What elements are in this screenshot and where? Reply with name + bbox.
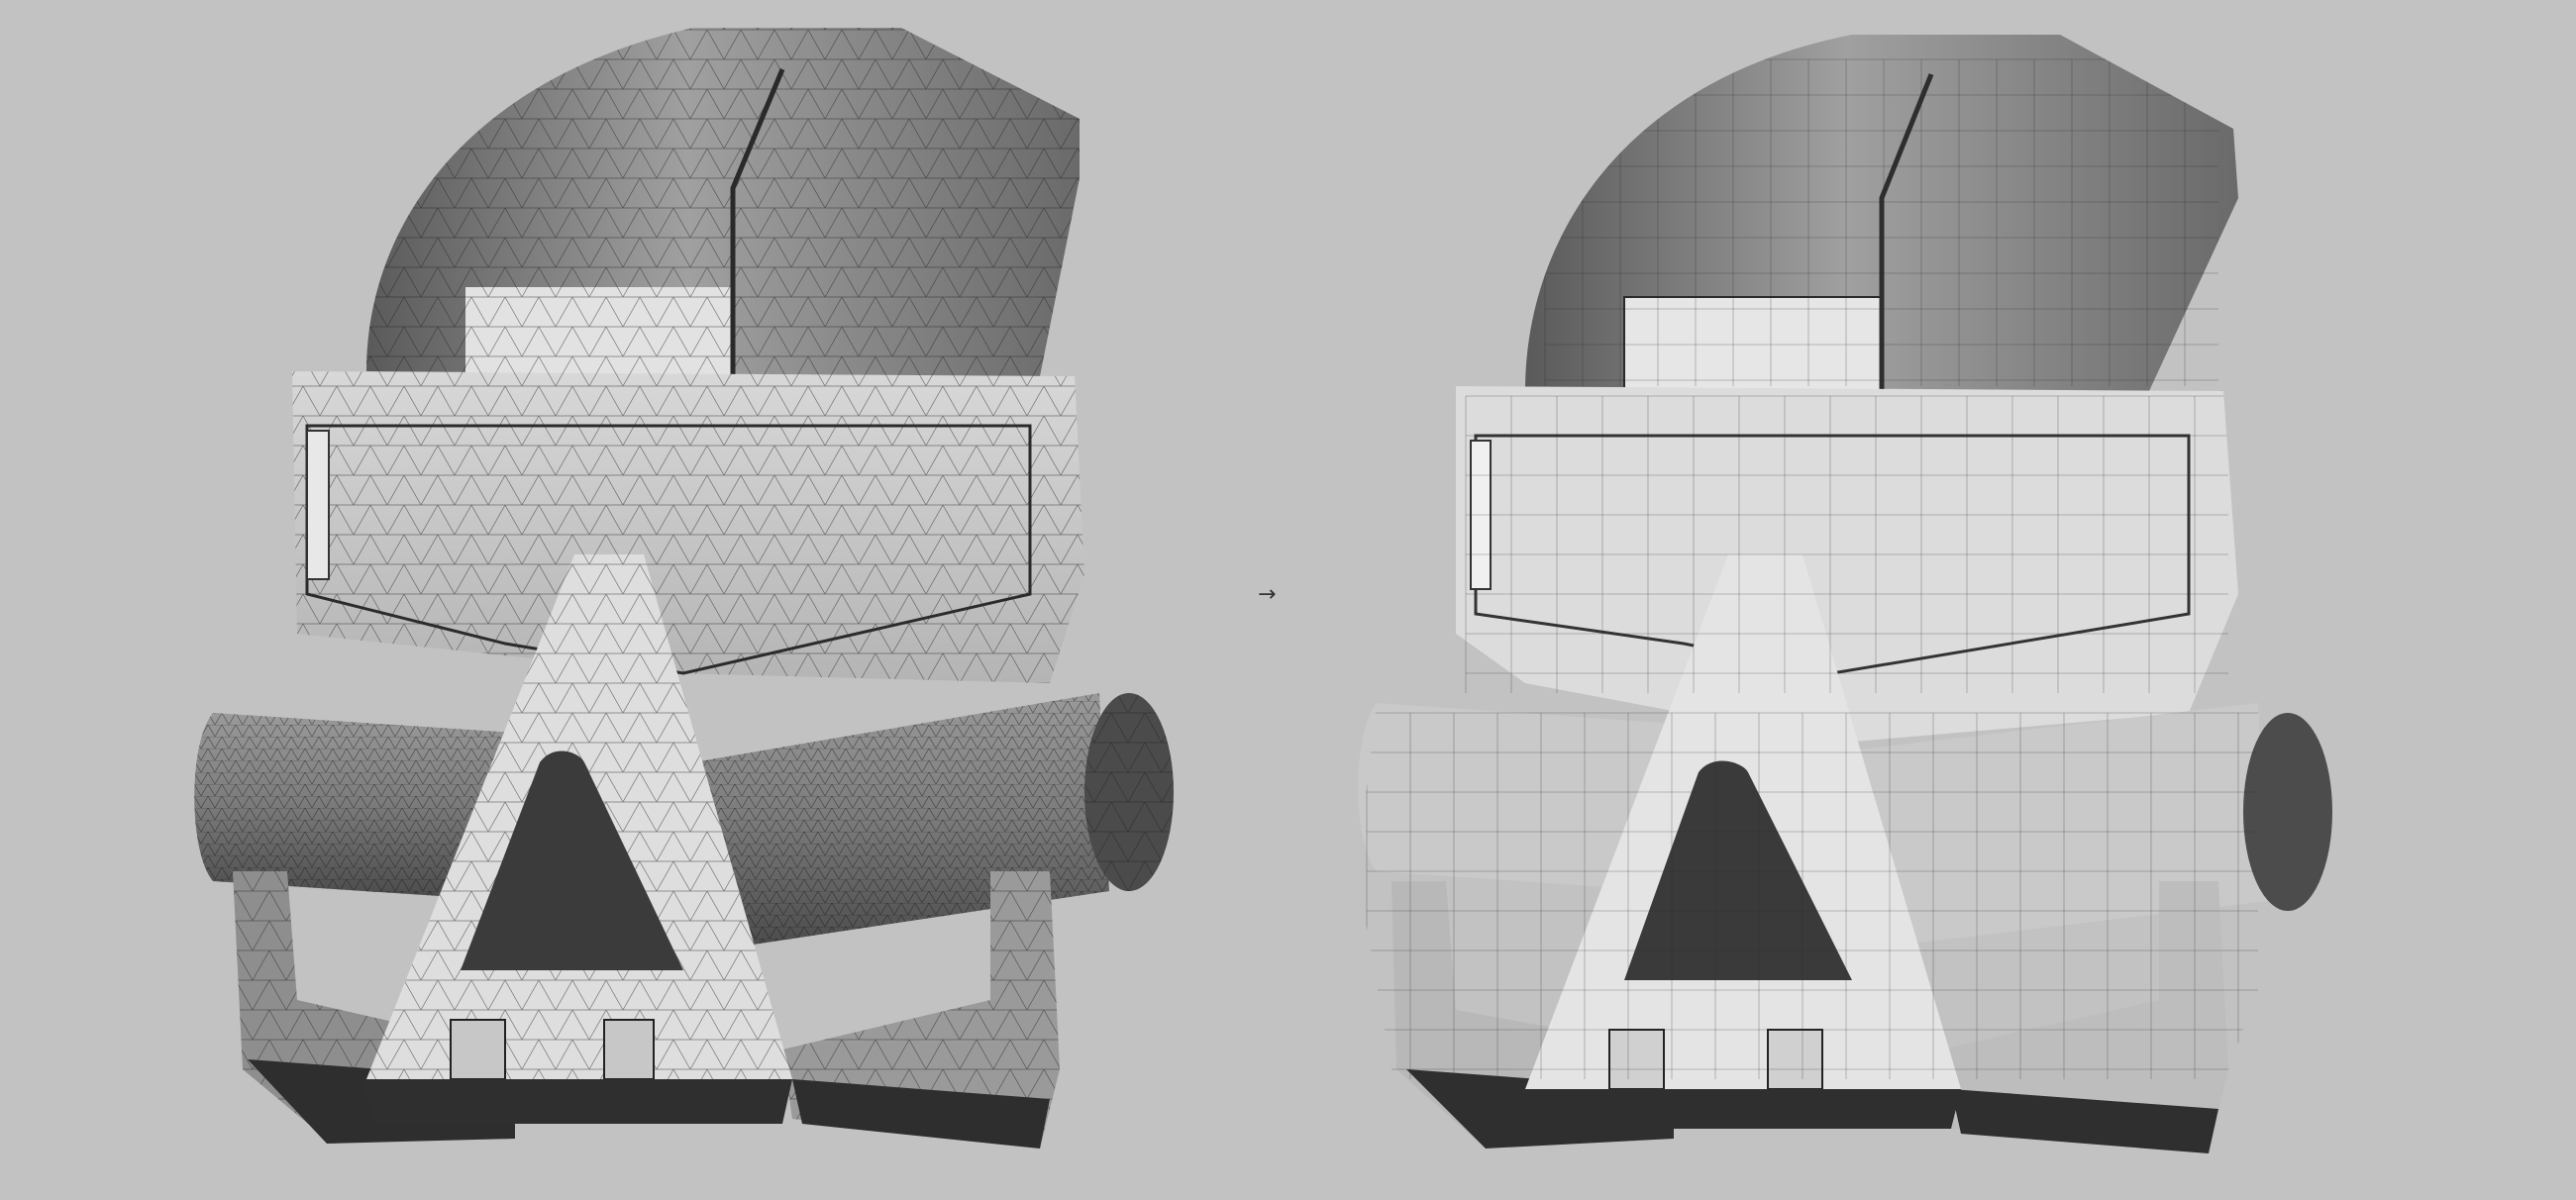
right-dome xyxy=(1525,35,2238,392)
left-dome xyxy=(366,28,1080,376)
right-arrow-icon: → xyxy=(1258,584,1276,606)
right-visor-band xyxy=(1456,386,2238,743)
left-visor-band xyxy=(292,371,1084,683)
comparison-stage: → xyxy=(0,0,2576,1200)
triangulated-mask-render xyxy=(194,28,2332,1153)
arrow-glyph: → xyxy=(1258,582,1277,607)
